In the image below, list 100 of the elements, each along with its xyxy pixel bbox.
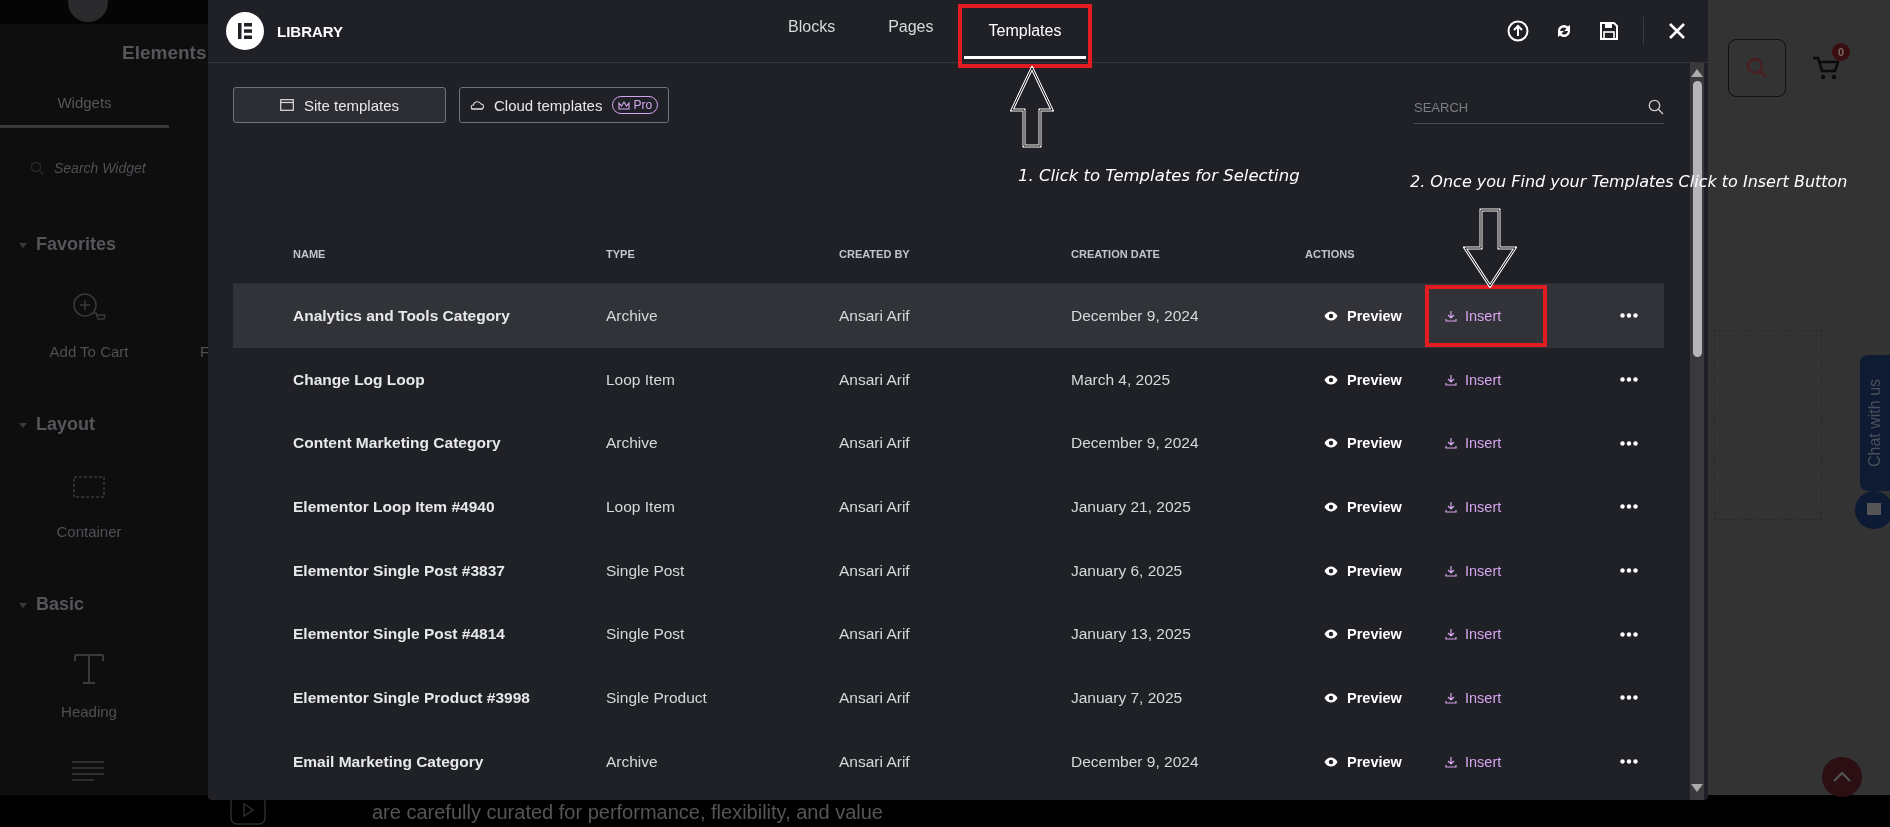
table-cell-text: January 13, 2025 <box>1071 625 1192 644</box>
search-icon <box>30 161 44 175</box>
insert-button[interactable]: Insert <box>1445 307 1502 324</box>
close-icon[interactable] <box>1668 22 1686 40</box>
browser-window-icon <box>279 99 294 111</box>
table-cell-text: Ansari Arif <box>839 561 911 580</box>
library-tab[interactable]: Pages <box>882 4 940 57</box>
more-icon[interactable] <box>1620 377 1638 383</box>
eye-icon <box>1324 501 1338 512</box>
library-tab[interactable]: Blocks <box>782 4 842 57</box>
cloud-icon <box>470 100 484 110</box>
table-cell-text: January 6, 2025 <box>1071 561 1184 580</box>
search-icon <box>1648 99 1664 115</box>
body-text: are carefully curated for performance, flexibility, and value <box>372 801 883 824</box>
more-icon[interactable] <box>1620 504 1638 510</box>
column-header: NAME <box>293 248 327 260</box>
download-icon <box>1445 437 1457 450</box>
insert-button[interactable]: Insert <box>1445 753 1502 770</box>
table-cell-text: December 9, 2024 <box>1071 434 1200 453</box>
table-cell-text: Single Post <box>606 561 686 580</box>
table-cell-text: Ansari Arif <box>839 688 911 707</box>
column-header: CREATION DATE <box>1071 248 1161 260</box>
filter-button[interactable]: Cloud templates Pro <box>459 87 670 123</box>
insert-button[interactable]: Insert <box>1445 626 1502 643</box>
cart-count-badge: 0 <box>1832 43 1850 61</box>
library-tab[interactable]: Templates <box>963 8 1087 59</box>
template-name: Analytics and Tools Category <box>293 306 511 325</box>
annotation-text: 1. Click to Templates for Selecting <box>1018 166 1300 185</box>
eye-icon <box>1324 374 1338 385</box>
filter-button[interactable]: Site templates <box>233 87 446 123</box>
table-cell-text: December 9, 2024 <box>1071 752 1200 771</box>
table-row-highlight[interactable]: Analytics and Tools Category Archive Ansari Arif December 9, 2024 Preview Insert <box>233 284 1664 348</box>
download-icon <box>1445 373 1457 386</box>
download-icon <box>1445 628 1457 641</box>
template-name: Elementor Single Product #3998 <box>293 688 531 707</box>
category-title: Favorites <box>36 234 117 255</box>
more-icon[interactable] <box>1620 631 1638 637</box>
more-icon[interactable] <box>1620 759 1638 765</box>
upload-icon[interactable] <box>1507 20 1529 42</box>
preview-button[interactable]: Preview <box>1324 689 1425 706</box>
insert-button[interactable]: Insert <box>1445 689 1502 706</box>
table-cell-text: Ansari Arif <box>839 752 911 771</box>
category-title: Basic <box>36 594 85 615</box>
table-cell-text: Archive <box>606 752 659 771</box>
template-name: Email Marketing Category <box>293 752 485 771</box>
text-lines-icon <box>70 760 106 784</box>
download-icon <box>1445 309 1457 322</box>
preview-button[interactable]: Preview <box>1324 562 1425 579</box>
preview-button[interactable]: Preview <box>1324 626 1425 643</box>
download-icon <box>1445 564 1457 577</box>
category-title: Layout <box>36 414 95 435</box>
preview-button[interactable]: Preview <box>1324 371 1425 388</box>
preview-button[interactable]: Preview <box>1324 753 1425 770</box>
letter-t-icon <box>71 651 107 687</box>
table-cell-text: Ansari Arif <box>839 625 911 644</box>
table-cell-text: Ansari Arif <box>839 306 911 325</box>
dialog-title: LIBRARY <box>277 22 344 40</box>
table-cell-text: March 4, 2025 <box>1071 370 1172 389</box>
more-icon[interactable] <box>1620 695 1638 701</box>
widget-label: Container <box>56 523 122 540</box>
search-field[interactable]: SEARCH <box>1414 99 1648 115</box>
download-icon <box>1445 755 1457 768</box>
column-header: ACTIONS <box>1305 248 1356 260</box>
more-icon[interactable] <box>1620 440 1638 446</box>
insert-button[interactable]: Insert <box>1445 435 1502 452</box>
table-cell-text: Single Product <box>606 688 708 707</box>
save-icon[interactable] <box>1599 21 1619 41</box>
eye-icon <box>1324 310 1338 321</box>
eye-icon <box>1324 565 1338 576</box>
chevron-up-icon <box>1832 771 1852 783</box>
table-cell-text: Archive <box>606 434 659 453</box>
table-cell-text: December 9, 2024 <box>1071 306 1200 325</box>
scroll-down-icon <box>1691 784 1703 792</box>
eye-icon <box>1324 692 1338 703</box>
template-name: Elementor Single Post #4814 <box>293 625 506 644</box>
table-cell-text: Ansari Arif <box>839 434 911 453</box>
column-header: CREATED BY <box>839 248 911 260</box>
eye-icon <box>1324 438 1338 449</box>
preview-button[interactable]: Preview <box>1324 307 1425 324</box>
insert-button[interactable]: Insert <box>1445 371 1502 388</box>
template-name: Elementor Loop Item #4940 <box>293 497 496 516</box>
template-name: Change Log Loop <box>293 370 426 389</box>
widget-label: Add To Cart <box>49 343 129 360</box>
table-cell-text: Loop Item <box>606 497 676 516</box>
table-cell-text: January 7, 2025 <box>1071 688 1184 707</box>
preview-button[interactable]: Preview <box>1324 435 1425 452</box>
search-field[interactable]: Search Widget <box>54 160 204 176</box>
table-cell-text: Single Post <box>606 625 686 644</box>
preview-button[interactable]: Preview <box>1324 498 1425 515</box>
table-cell-text: Loop Item <box>606 370 676 389</box>
download-icon <box>1445 691 1457 704</box>
table-cell-text: Archive <box>606 306 659 325</box>
widget-label: Heading <box>61 703 117 720</box>
insert-button[interactable]: Insert <box>1445 498 1502 515</box>
table-cell-text: Ansari Arif <box>839 370 911 389</box>
table-cell-text: Ansari Arif <box>839 497 911 516</box>
more-icon[interactable] <box>1620 568 1638 574</box>
insert-button[interactable]: Insert <box>1445 562 1502 579</box>
more-icon[interactable] <box>1620 313 1638 319</box>
template-name: Elementor Single Post #3837 <box>293 561 506 580</box>
